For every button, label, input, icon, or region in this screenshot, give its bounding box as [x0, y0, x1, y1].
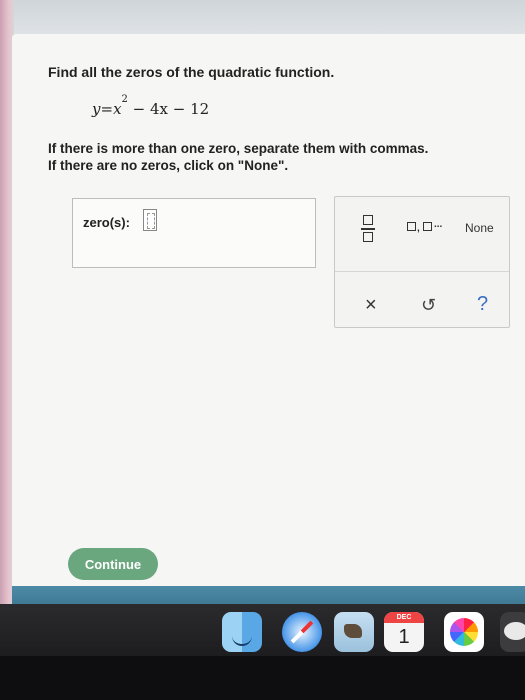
clear-button[interactable]: × [365, 295, 377, 315]
photos-icon[interactable] [444, 612, 484, 652]
laptop-keyboard-area [0, 656, 525, 700]
fraction-denominator-icon [363, 232, 373, 242]
fraction-button[interactable] [361, 213, 375, 245]
question-prompt: Find all the zeros of the quadratic func… [48, 64, 335, 80]
continue-button[interactable]: Continue [68, 548, 158, 580]
fraction-bar-icon [361, 228, 375, 230]
list-box-icon [423, 222, 432, 231]
screen-bottom-bar [12, 586, 525, 606]
instruction-line-1: If there is more than one zero, separate… [48, 141, 429, 156]
safari-icon[interactable] [282, 612, 322, 652]
messages-icon[interactable] [500, 612, 525, 652]
quadratic-equation: y=x2 − 4x − 12 [92, 94, 210, 118]
calendar-month: DEC [384, 612, 424, 623]
fraction-numerator-icon [363, 215, 373, 225]
calendar-icon[interactable]: DEC 1 [384, 612, 424, 652]
instructions: If there is more than one zero, separate… [48, 140, 508, 174]
list-dots: ... [434, 219, 443, 230]
equation-exponent: 2 [121, 94, 128, 105]
list-comma: , [417, 223, 420, 234]
equation-equals: = [100, 100, 114, 118]
instruction-line-2: If there are no zeros, click on "None". [48, 158, 289, 173]
equation-x: x [113, 100, 122, 118]
laptop-bezel-top [0, 0, 525, 36]
toolpad-divider [335, 271, 509, 272]
preview-icon[interactable] [334, 612, 374, 652]
undo-button[interactable]: ↺ [421, 295, 436, 315]
zeros-input[interactable] [143, 209, 157, 231]
list-button[interactable]: , ... [407, 219, 459, 237]
equation-rest: − 4x − 12 [127, 100, 210, 118]
question-screen: Find all the zeros of the quadratic func… [12, 34, 525, 606]
macos-dock: DEC 1 [0, 604, 525, 656]
calendar-day: 1 [398, 626, 410, 648]
zeros-label: zero(s): [83, 215, 130, 230]
math-toolpad: , ... None × ↺ ? [334, 196, 510, 328]
help-button[interactable]: ? [477, 293, 488, 315]
list-box-icon [407, 222, 416, 231]
none-button[interactable]: None [465, 221, 494, 235]
finder-icon[interactable] [222, 612, 262, 652]
answer-box: zero(s): [72, 198, 316, 268]
